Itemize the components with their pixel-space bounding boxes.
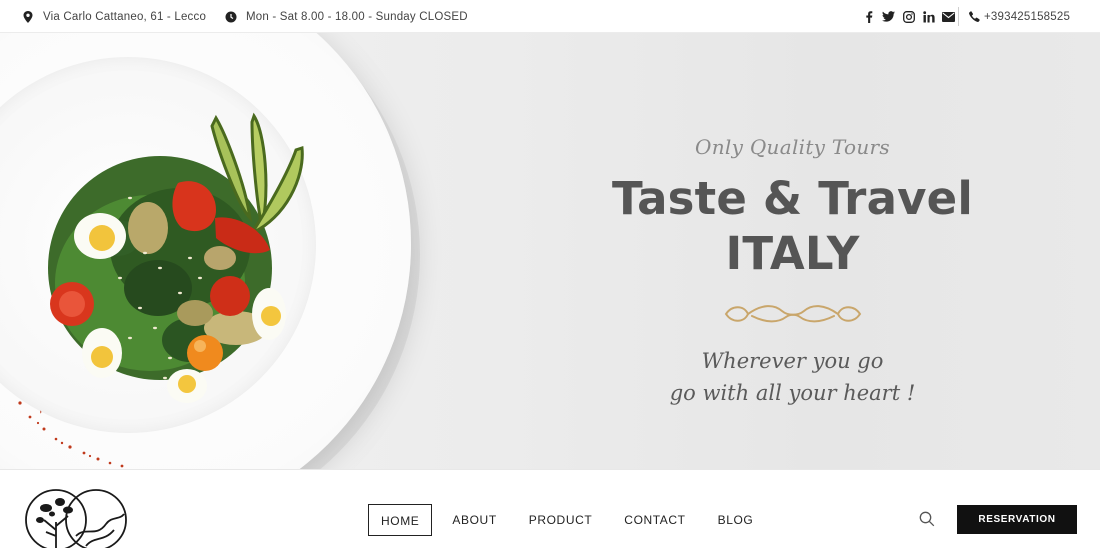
site-logo[interactable] xyxy=(24,486,128,548)
decorative-ornament-icon xyxy=(724,305,862,323)
search-icon[interactable] xyxy=(919,511,935,527)
main-navbar: HOME ABOUT PRODUCT CONTACT BLOG RESERVAT… xyxy=(0,469,1100,548)
hero-headline: Taste & Travel ITALY xyxy=(590,171,995,281)
address-info: Via Carlo Cattaneo, 61 - Lecco xyxy=(22,0,206,33)
motto-line-2: go with all your heart ! xyxy=(669,381,916,405)
hero-banner: Only Quality Tours Taste & Travel ITALY … xyxy=(0,33,1100,469)
nav-blog[interactable]: BLOG xyxy=(706,504,766,536)
location-pin-icon xyxy=(22,10,34,23)
salad-image xyxy=(40,112,304,414)
motto-line-1: Wherever you go xyxy=(701,349,884,373)
top-info-bar: Via Carlo Cattaneo, 61 - Lecco Mon - Sat… xyxy=(0,0,1100,33)
phone-contact[interactable]: +393425158525 xyxy=(968,0,1070,33)
social-links xyxy=(862,0,955,33)
clock-icon xyxy=(225,11,237,23)
primary-menu: HOME ABOUT PRODUCT CONTACT BLOG xyxy=(368,504,773,536)
hero-text-block: Only Quality Tours Taste & Travel ITALY … xyxy=(590,33,995,469)
topbar-divider xyxy=(958,7,959,26)
hero-tagline: Only Quality Tours xyxy=(695,135,890,159)
headline-line-1: Taste & Travel xyxy=(611,172,974,225)
nav-product[interactable]: PRODUCT xyxy=(517,504,605,536)
spice-streak xyxy=(18,401,124,468)
hero-motto: Wherever you go go with all your heart ! xyxy=(590,345,995,409)
linkedin-icon[interactable] xyxy=(922,10,935,23)
mail-icon[interactable] xyxy=(942,10,955,23)
instagram-icon[interactable] xyxy=(902,10,915,23)
facebook-icon[interactable] xyxy=(862,10,875,23)
nav-home[interactable]: HOME xyxy=(368,504,433,536)
opening-hours: Mon - Sat 8.00 - 18.00 - Sunday CLOSED xyxy=(225,0,468,33)
phone-number[interactable]: +393425158525 xyxy=(984,11,1070,23)
reservation-button[interactable]: RESERVATION xyxy=(957,505,1077,534)
hours-text: Mon - Sat 8.00 - 18.00 - Sunday CLOSED xyxy=(246,10,468,23)
phone-icon xyxy=(968,11,980,23)
headline-line-2: ITALY xyxy=(725,227,860,280)
nav-about[interactable]: ABOUT xyxy=(440,504,508,536)
address-text: Via Carlo Cattaneo, 61 - Lecco xyxy=(43,10,207,23)
twitter-icon[interactable] xyxy=(882,10,895,23)
nav-contact[interactable]: CONTACT xyxy=(612,504,697,536)
